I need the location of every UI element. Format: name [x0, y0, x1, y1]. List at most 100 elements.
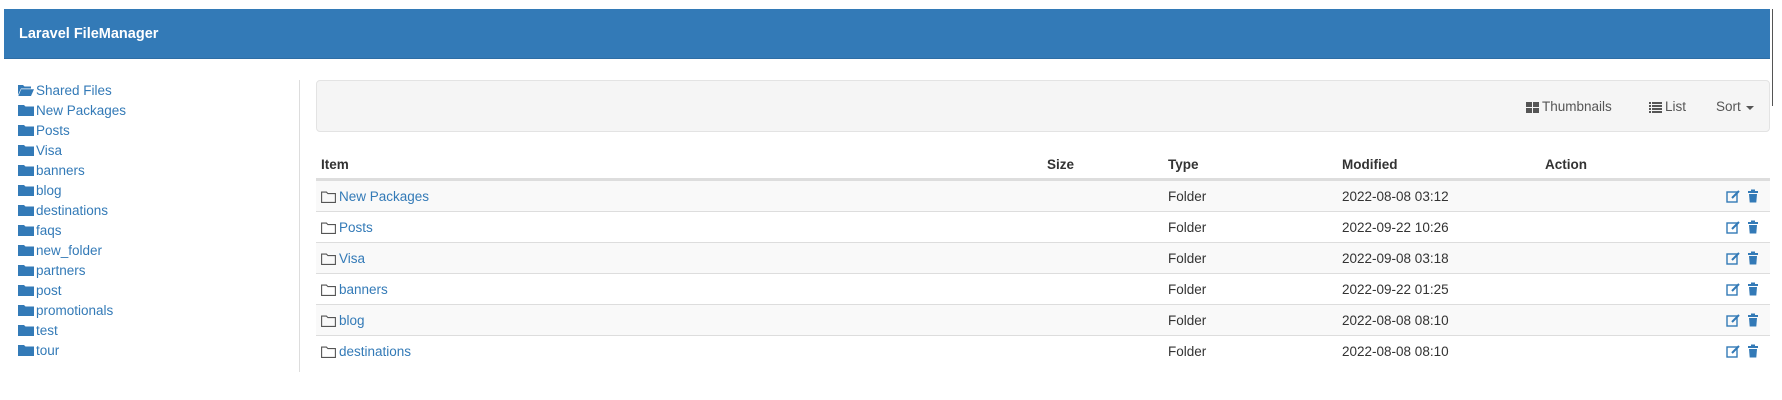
tree-item-label: New Packages [36, 102, 127, 118]
tree-item-folder[interactable]: New Packages [18, 100, 288, 120]
table-row: blog Folder 2022-08-08 08:10 [316, 304, 1770, 335]
item-name: New Packages [339, 189, 430, 204]
tree-item-folder[interactable]: blog [18, 180, 288, 200]
header-action: Action [1545, 157, 1587, 172]
header-modified[interactable]: Modified [1342, 157, 1398, 172]
list-view-button[interactable]: List [1649, 98, 1686, 116]
tree-item-folder[interactable]: Visa [18, 140, 288, 160]
item-modified: 2022-08-08 03:12 [1342, 189, 1449, 204]
tree-item-folder[interactable]: promotionals [18, 300, 288, 320]
tree-item-folder[interactable]: post [18, 280, 288, 300]
caret-down-icon [1745, 106, 1754, 110]
row-actions [1726, 344, 1760, 358]
row-actions [1726, 220, 1760, 234]
item-link[interactable]: blog [321, 313, 365, 328]
tree-item-label: Visa [36, 142, 63, 158]
table-header: Item Size Type Modified Action [316, 149, 1770, 180]
tree-item-label: blog [36, 182, 62, 198]
tree-item-label: partners [36, 262, 86, 278]
tree-item-shared-files[interactable]: Shared Files [18, 80, 288, 100]
tree-item-label: Posts [36, 122, 70, 138]
item-link[interactable]: banners [321, 282, 388, 297]
file-table: Item Size Type Modified Action New Packa… [316, 149, 1770, 366]
folder-icon [18, 165, 34, 176]
folder-icon [18, 345, 34, 356]
sort-dropdown[interactable]: Sort [1716, 98, 1754, 116]
item-type: Folder [1168, 282, 1207, 297]
tree-item-folder[interactable]: tour [18, 340, 288, 360]
tree-item-label: Shared Files [36, 82, 112, 98]
tree-item-label: faqs [36, 222, 62, 238]
item-name: destinations [339, 344, 412, 359]
folder-icon [18, 245, 34, 256]
folder-tree: Shared Files New Packages Posts Visa banner… [18, 80, 288, 360]
item-link[interactable]: Posts [321, 220, 373, 235]
item-type: Folder [1168, 313, 1207, 328]
table-row: Posts Folder 2022-09-22 10:26 [316, 211, 1770, 242]
folder-icon [18, 325, 34, 336]
tree-item-folder[interactable]: destinations [18, 200, 288, 220]
item-name: banners [339, 282, 388, 297]
row-actions [1726, 313, 1760, 327]
item-modified: 2022-09-08 03:18 [1342, 251, 1449, 266]
thumbnails-view-button[interactable]: Thumbnails [1526, 98, 1612, 116]
edit-icon[interactable] [1726, 189, 1740, 203]
tree-item-folder[interactable]: new_folder [18, 240, 288, 260]
app-title[interactable]: Laravel FileManager [19, 9, 158, 59]
sidebar-divider [299, 80, 300, 372]
trash-icon[interactable] [1746, 344, 1760, 358]
tree-item-label: new_folder [36, 242, 103, 258]
tree-item-folder[interactable]: Posts [18, 120, 288, 140]
tree-item-folder[interactable]: faqs [18, 220, 288, 240]
tree-item-folder[interactable]: partners [18, 260, 288, 280]
tree-item-label: destinations [36, 202, 109, 218]
folder-outline-icon [321, 222, 336, 234]
table-row: New Packages Folder 2022-08-08 03:12 [316, 180, 1770, 211]
table-row: banners Folder 2022-09-22 01:25 [316, 273, 1770, 304]
folder-open-icon [18, 85, 34, 96]
th-large-icon [1526, 101, 1539, 113]
item-modified: 2022-09-22 01:25 [1342, 282, 1449, 297]
thumbnails-label: Thumbnails [1542, 99, 1612, 114]
folder-outline-icon [321, 284, 336, 296]
edit-icon[interactable] [1726, 282, 1740, 296]
header-type[interactable]: Type [1168, 157, 1199, 172]
item-link[interactable]: New Packages [321, 189, 429, 204]
tree-item-folder[interactable]: banners [18, 160, 288, 180]
tree-item-label: tour [36, 342, 60, 358]
trash-icon[interactable] [1746, 220, 1760, 234]
row-actions [1726, 189, 1760, 203]
toolbar: Thumbnails List Sort [316, 80, 1770, 132]
folder-icon [18, 285, 34, 296]
edit-icon[interactable] [1726, 220, 1740, 234]
list-label: List [1665, 99, 1687, 114]
folder-outline-icon [321, 253, 336, 265]
folder-icon [18, 125, 34, 136]
folder-icon [18, 225, 34, 236]
edit-icon[interactable] [1726, 251, 1740, 265]
table-row: destinations Folder 2022-08-08 08:10 [316, 335, 1770, 366]
item-modified: 2022-09-22 10:26 [1342, 220, 1449, 235]
item-name: Posts [339, 220, 373, 235]
edit-icon[interactable] [1726, 313, 1740, 327]
item-modified: 2022-08-08 08:10 [1342, 313, 1449, 328]
trash-icon[interactable] [1746, 189, 1760, 203]
item-link[interactable]: Visa [321, 251, 365, 266]
folder-icon [18, 145, 34, 156]
header-size[interactable]: Size [1047, 157, 1074, 172]
item-modified: 2022-08-08 08:10 [1342, 344, 1449, 359]
header-item[interactable]: Item [321, 157, 349, 172]
sort-label: Sort [1716, 99, 1741, 114]
top-navbar: Laravel FileManager [4, 9, 1770, 59]
tree-item-label: post [36, 282, 62, 298]
trash-icon[interactable] [1746, 282, 1760, 296]
folder-icon [18, 305, 34, 316]
tree-item-folder[interactable]: test [18, 320, 288, 340]
item-link[interactable]: destinations [321, 344, 411, 359]
tree-item-label: test [36, 322, 58, 338]
table-row: Visa Folder 2022-09-08 03:18 [316, 242, 1770, 273]
row-actions [1726, 251, 1760, 265]
edit-icon[interactable] [1726, 344, 1740, 358]
trash-icon[interactable] [1746, 313, 1760, 327]
trash-icon[interactable] [1746, 251, 1760, 265]
